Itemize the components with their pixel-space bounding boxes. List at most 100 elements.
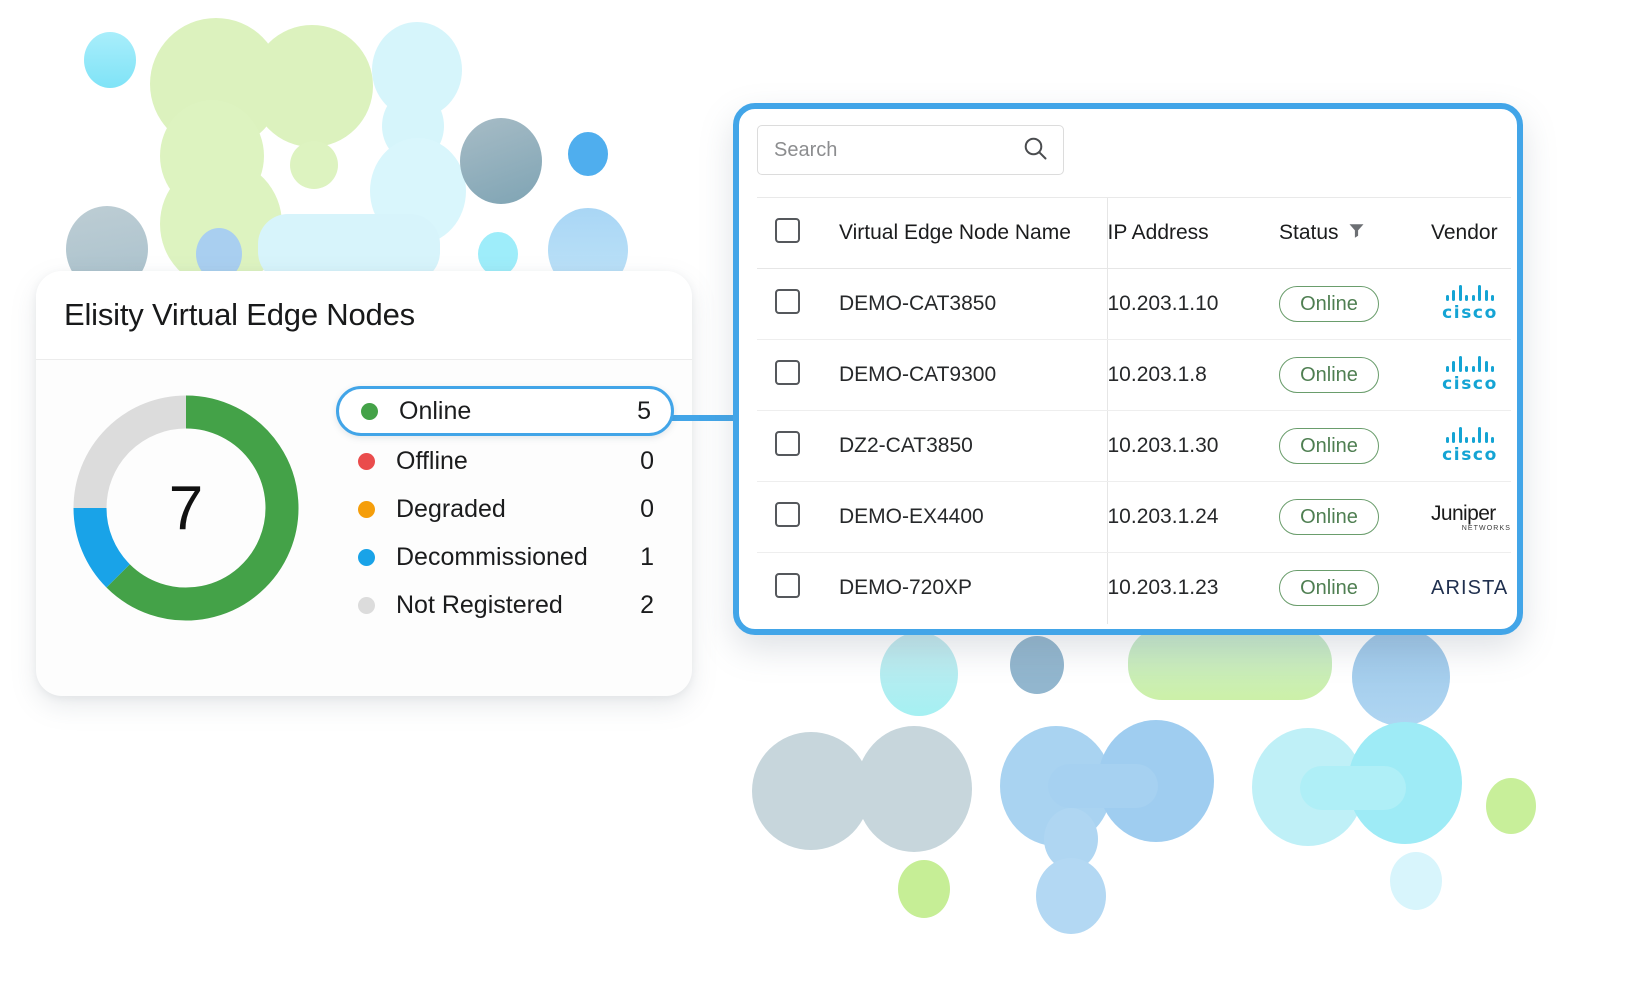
blob-cyan-br-bridge (1300, 766, 1406, 810)
legend-item-offline[interactable]: Offline0 (336, 438, 674, 484)
blob-blue-dot (568, 132, 608, 176)
legend-item-label: Offline (396, 447, 640, 476)
screenshot-root: Elisity Virtual Edge Nodes 7 Online5Offl… (0, 0, 1636, 982)
juniper-subtitle: NETWORKS (1462, 525, 1511, 532)
legend-item-not-registered[interactable]: Not Registered2 (336, 582, 674, 628)
search-placeholder: Search (774, 139, 1021, 162)
cell-status: Online (1279, 269, 1431, 340)
cisco-wordmark: cisco (1442, 445, 1498, 465)
cell-status: Online (1279, 411, 1431, 482)
column-header-ip[interactable]: IP Address (1107, 198, 1279, 269)
row-checkbox[interactable] (775, 431, 800, 456)
row-checkbox[interactable] (775, 360, 800, 385)
row-checkbox[interactable] (775, 289, 800, 314)
blob-green-dot (290, 141, 338, 189)
cell-node-name: DEMO-720XP (839, 553, 1107, 624)
cisco-bars-icon (1446, 285, 1495, 301)
legend-item-label: Decommissioned (396, 543, 640, 572)
blob-blue-bc-bridge (1048, 764, 1158, 808)
cell-vendor: JuniperNETWORKS (1431, 482, 1511, 553)
cell-node-name: DEMO-CAT3850 (839, 269, 1107, 340)
status-badge: Online (1279, 357, 1379, 393)
cell-status: Online (1279, 340, 1431, 411)
table-header: Virtual Edge Node Name IP Address Status (757, 198, 1511, 269)
legend-item-degraded[interactable]: Degraded0 (336, 486, 674, 532)
legend-item-count: 1 (640, 543, 654, 572)
table-row[interactable]: DEMO-CAT930010.203.1.8Online cisco (757, 340, 1511, 411)
search-input[interactable]: Search (757, 125, 1064, 175)
row-checkbox[interactable] (775, 502, 800, 527)
legend-item-decommissioned[interactable]: Decommissioned1 (336, 534, 674, 580)
cisco-wordmark: cisco (1442, 303, 1498, 323)
panel-inner: Search Virtual Ed (739, 109, 1517, 629)
cell-status: Online (1279, 482, 1431, 553)
legend-color-dot (358, 597, 375, 614)
legend-item-label: Not Registered (396, 591, 640, 620)
legend-item-label: Online (399, 397, 637, 426)
virtual-edge-nodes-table: Virtual Edge Node Name IP Address Status (757, 197, 1511, 624)
donut-chart: 7 (70, 392, 302, 624)
cisco-bars-icon (1446, 427, 1495, 443)
select-all-checkbox[interactable] (775, 218, 800, 243)
cell-node-name: DZ2-CAT3850 (839, 411, 1107, 482)
virtual-edge-nodes-card: Elisity Virtual Edge Nodes 7 Online5Offl… (36, 271, 692, 696)
blob-blue-under (1352, 628, 1450, 726)
blob-green-bl-dot (898, 860, 950, 918)
card-header: Elisity Virtual Edge Nodes (36, 271, 692, 360)
search-icon[interactable] (1021, 134, 1049, 167)
cell-node-name: DEMO-EX4400 (839, 482, 1107, 553)
card-body: 7 Online5Offline0Degraded0Decommissioned… (36, 360, 692, 696)
legend-item-label: Degraded (396, 495, 640, 524)
legend-item-count: 0 (640, 447, 654, 476)
column-header-vendor[interactable]: Vendor (1431, 198, 1511, 269)
blob-green-br-dot (1486, 778, 1536, 834)
legend-item-count: 2 (640, 591, 654, 620)
cisco-logo: cisco (1431, 282, 1511, 326)
cell-vendor: cisco (1431, 340, 1511, 411)
legend-color-dot (358, 453, 375, 470)
cisco-wordmark: cisco (1442, 374, 1498, 394)
row-checkbox-cell (757, 269, 839, 340)
cisco-bars-icon (1446, 356, 1495, 372)
juniper-logo: JuniperNETWORKS (1431, 495, 1511, 539)
donut-total-value: 7 (70, 392, 302, 624)
legend-color-dot (361, 403, 378, 420)
status-badge: Online (1279, 570, 1379, 606)
legend-item-online[interactable]: Online5 (336, 386, 674, 436)
blob-slate-under (1010, 636, 1064, 694)
table-header-row: Virtual Edge Node Name IP Address Status (757, 198, 1511, 269)
status-badge: Online (1279, 499, 1379, 535)
table-body: DEMO-CAT385010.203.1.10OnlineciscoDEMO-C… (757, 269, 1511, 624)
select-all-header (757, 198, 839, 269)
table-row[interactable]: DEMO-CAT385010.203.1.10Online cisco (757, 269, 1511, 340)
cell-status: Online (1279, 553, 1431, 624)
donut-chart-container: 7 (36, 378, 336, 696)
status-badge: Online (1279, 286, 1379, 322)
column-header-status[interactable]: Status (1279, 198, 1431, 269)
cell-ip-address: 10.203.1.24 (1107, 482, 1279, 553)
row-checkbox-cell (757, 340, 839, 411)
column-header-name[interactable]: Virtual Edge Node Name (839, 198, 1107, 269)
cisco-logo: cisco (1431, 424, 1511, 468)
legend-color-dot (358, 549, 375, 566)
table-row[interactable]: DEMO-720XP10.203.1.23OnlineARISTA (757, 553, 1511, 624)
cisco-logo: cisco (1431, 353, 1511, 397)
arista-wordmark: ARISTA (1431, 577, 1508, 600)
juniper-wordmark: Juniper (1431, 502, 1496, 526)
table-row[interactable]: DEMO-EX440010.203.1.24Online JuniperNETWO… (757, 482, 1511, 553)
table-row[interactable]: DZ2-CAT385010.203.1.30Onlinecisco (757, 411, 1511, 482)
column-header-status-label: Status (1279, 221, 1339, 245)
cell-ip-address: 10.203.1.8 (1107, 340, 1279, 411)
row-checkbox[interactable] (775, 573, 800, 598)
page-title: Elisity Virtual Edge Nodes (64, 297, 415, 333)
legend-item-count: 5 (637, 397, 651, 426)
row-checkbox-cell (757, 482, 839, 553)
filter-icon[interactable] (1348, 221, 1365, 245)
cell-ip-address: 10.203.1.10 (1107, 269, 1279, 340)
cell-vendor: cisco (1431, 411, 1511, 482)
blob-cyan-mini (478, 232, 518, 276)
blob-blue-bc-tail-b (1036, 858, 1106, 934)
cell-vendor: ARISTA (1431, 553, 1511, 624)
cell-node-name: DEMO-CAT9300 (839, 340, 1107, 411)
status-legend: Online5Offline0Degraded0Decommissioned1N… (336, 378, 692, 696)
